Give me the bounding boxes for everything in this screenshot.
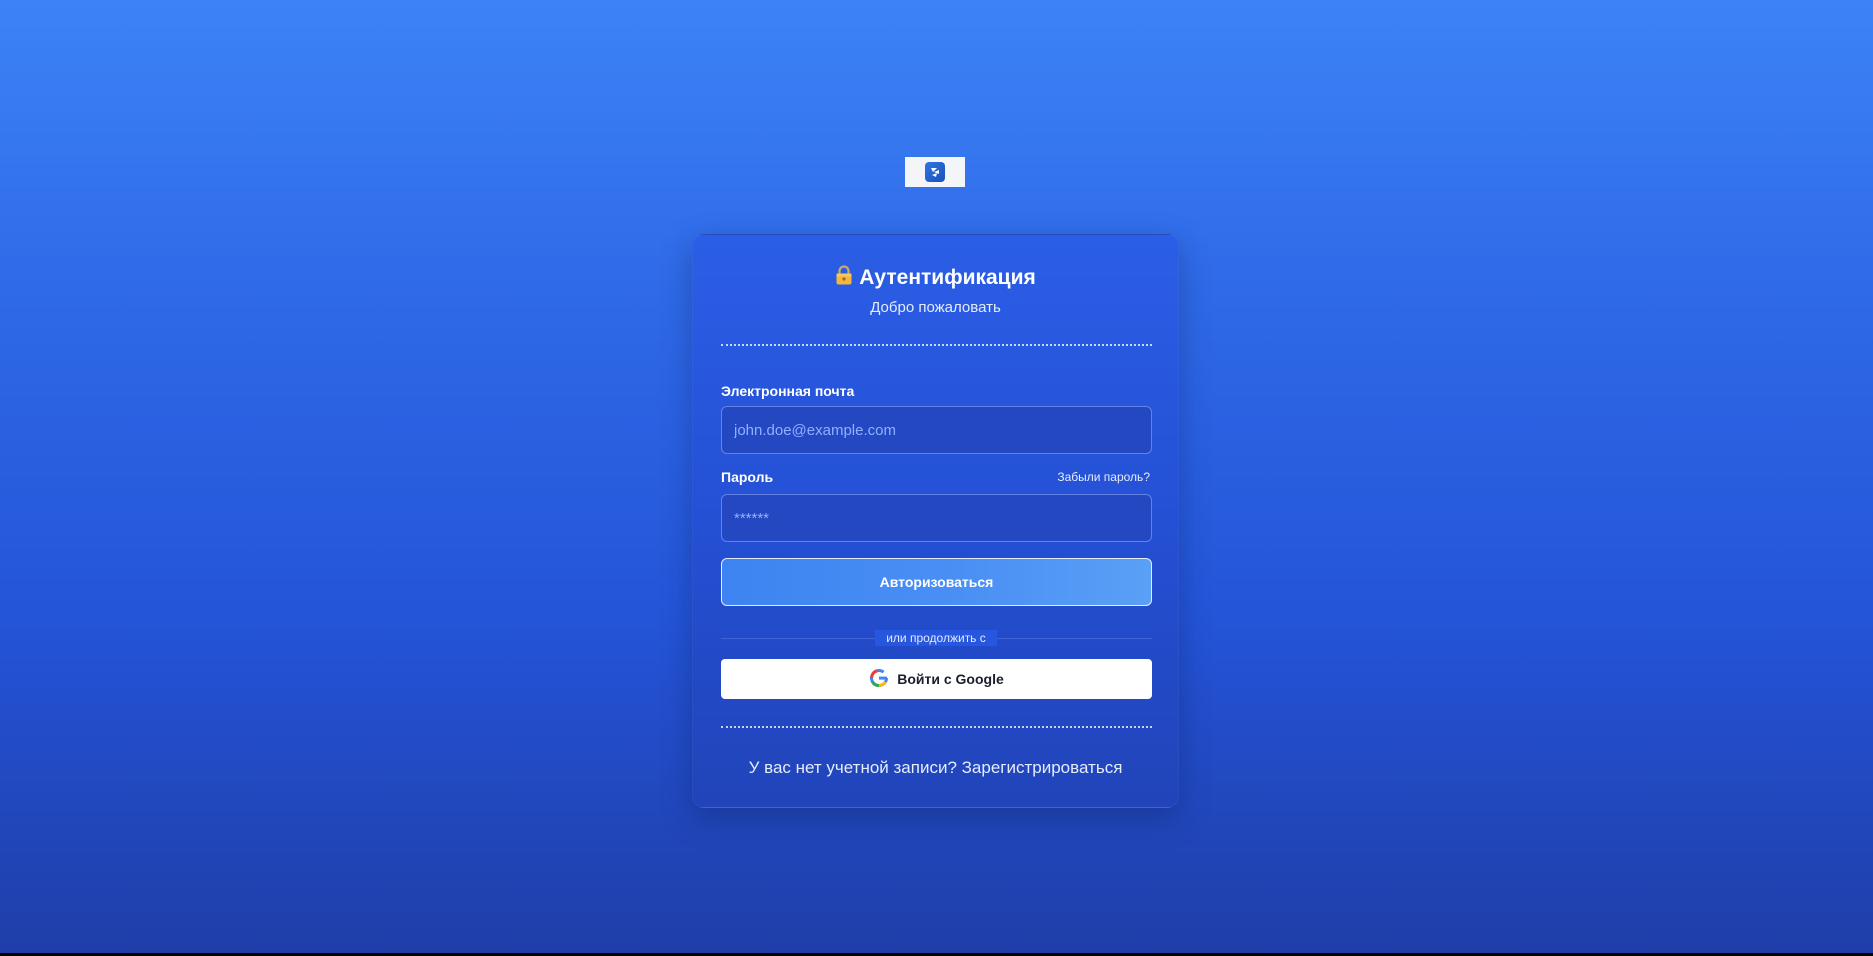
google-button-label: Войти с Google [897, 671, 1004, 687]
password-field[interactable] [721, 494, 1152, 542]
signup-prompt: У вас нет учетной записи? [748, 758, 957, 777]
card-header: Аутентификация [693, 265, 1178, 290]
signup-row: У вас нет учетной записи? Зарегистрирова… [693, 758, 1178, 778]
lock-icon [835, 265, 853, 290]
top-divider [721, 344, 1152, 346]
auth-card: Аутентификация Добро пожаловать Электрон… [692, 234, 1179, 808]
google-signin-button[interactable]: Войти с Google [721, 659, 1152, 699]
login-page: Аутентификация Добро пожаловать Электрон… [0, 0, 1873, 953]
password-label: Пароль [721, 469, 774, 485]
page-title: Аутентификация [859, 265, 1036, 289]
app-logo [905, 157, 965, 187]
signup-link[interactable]: Зарегистрироваться [962, 758, 1123, 777]
bottom-divider [721, 726, 1152, 728]
forgot-password-link[interactable]: Забыли пароль? [1057, 470, 1150, 484]
login-button[interactable]: Авторизоваться [721, 558, 1152, 606]
or-divider-text: или продолжить с [875, 630, 997, 646]
email-label: Электронная почта [721, 383, 855, 399]
email-field[interactable] [721, 406, 1152, 454]
google-icon [869, 668, 889, 691]
app-logo-icon [925, 162, 945, 182]
welcome-subtitle: Добро пожаловать [870, 299, 1001, 316]
